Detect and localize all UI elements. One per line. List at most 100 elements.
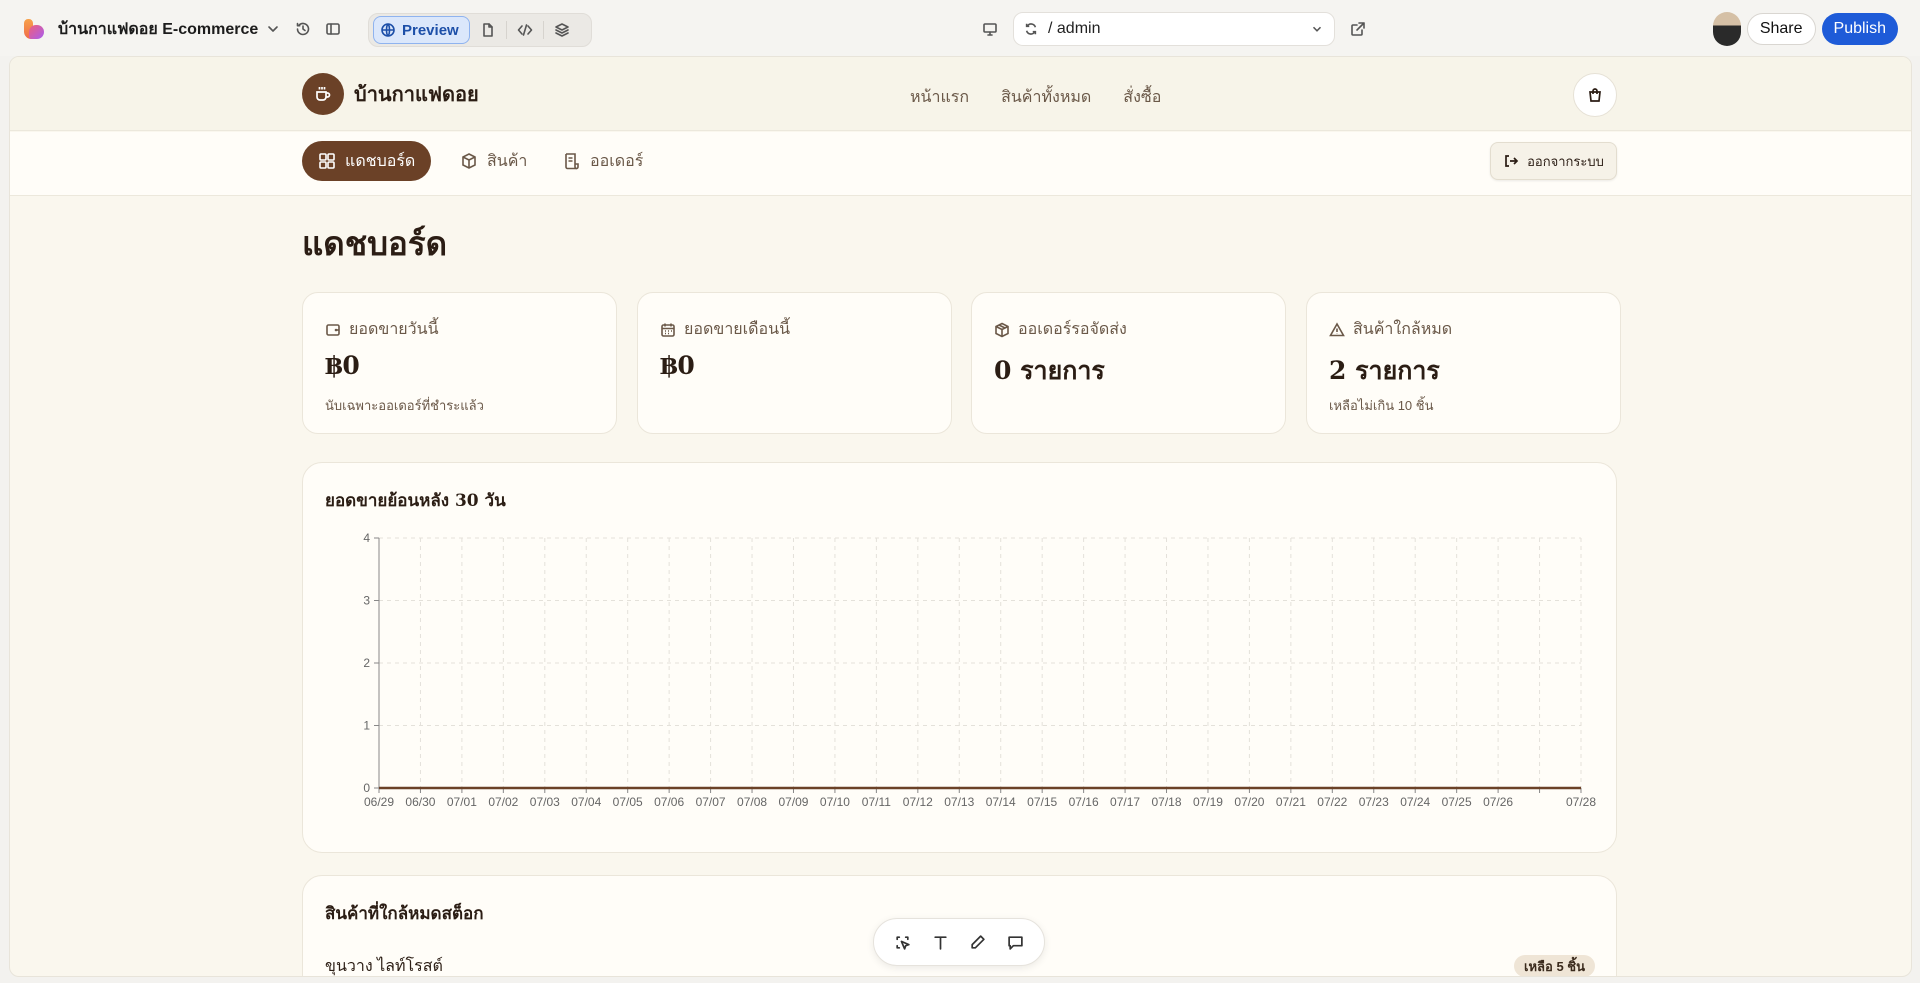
nav-order[interactable]: สั่งซื้อ bbox=[1123, 85, 1161, 110]
x-tick-label: 07/19 bbox=[1193, 795, 1223, 809]
x-tick-label: 07/14 bbox=[986, 795, 1016, 809]
layers-icon[interactable] bbox=[544, 15, 580, 45]
x-tick-label: 07/04 bbox=[571, 795, 601, 809]
stat-label-row: ออเดอร์รอจัดส่ง bbox=[994, 317, 1127, 342]
chevron-down-icon[interactable] bbox=[1310, 22, 1324, 36]
comment-icon[interactable] bbox=[1000, 927, 1030, 957]
tab-dashboard-label: แดชบอร์ด bbox=[345, 152, 416, 170]
url-path: / admin bbox=[1048, 20, 1101, 37]
stat-value: ฿0 bbox=[660, 351, 695, 380]
brand[interactable]: บ้านกาแฟดอย bbox=[302, 73, 479, 115]
project-title[interactable]: บ้านกาแฟดอย E-commerce bbox=[58, 17, 258, 42]
nav-home[interactable]: หน้าแรก bbox=[910, 85, 969, 110]
x-tick-label: 07/10 bbox=[820, 795, 850, 809]
package-icon bbox=[995, 322, 1009, 337]
x-tick-label: 07/24 bbox=[1400, 795, 1430, 809]
refresh-icon[interactable] bbox=[1024, 22, 1038, 36]
publish-button[interactable]: Publish bbox=[1821, 13, 1898, 45]
low-stock-title: สินค้าที่ใกล้หมดสต็อก bbox=[325, 904, 484, 924]
stat-value: 0 รายการ bbox=[994, 356, 1105, 385]
x-tick-label: 07/12 bbox=[903, 795, 933, 809]
history-icon[interactable] bbox=[288, 14, 318, 44]
nav-all-products[interactable]: สินค้าทั้งหมด bbox=[1001, 85, 1091, 110]
stat-label: ยอดขายเดือนนี้ bbox=[684, 321, 791, 338]
stat-value: 2 รายการ bbox=[1329, 356, 1440, 385]
url-area: / admin bbox=[975, 12, 1373, 46]
x-tick-label: 07/01 bbox=[447, 795, 477, 809]
tab-products[interactable]: สินค้า bbox=[444, 141, 543, 181]
stat-card-month-sales: ยอดขายเดือนนี้ ฿0 bbox=[637, 292, 952, 434]
stat-value: ฿0 bbox=[325, 351, 360, 380]
tab-products-label: สินค้า bbox=[487, 152, 528, 170]
editor-topbar: บ้านกาแฟดอย E-commerce Preview / admin S… bbox=[0, 0, 1920, 56]
tab-orders[interactable]: ออเดอร์ bbox=[547, 141, 659, 181]
monitor-icon[interactable] bbox=[975, 14, 1005, 44]
x-tick-label: 07/25 bbox=[1442, 795, 1472, 809]
select-element-icon[interactable] bbox=[888, 927, 918, 957]
y-tick-label: 2 bbox=[363, 656, 370, 670]
logout-label: ออกจากระบบ bbox=[1527, 153, 1604, 169]
stat-sub: เหลือไม่เกิน 10 ชิ้น bbox=[1329, 398, 1434, 413]
stat-card-pending-orders: ออเดอร์รอจัดส่ง 0 รายการ bbox=[971, 292, 1286, 434]
url-bar[interactable]: / admin bbox=[1013, 12, 1335, 46]
sales-line-chart: 0 1 2 3 4 06/29 06/30 07/01 07/02 07/03 07/04 07/05… bbox=[363, 531, 1596, 809]
chevron-down-icon[interactable] bbox=[258, 14, 288, 44]
stat-sub: นับเฉพาะออเดอร์ที่ชำระแล้ว bbox=[325, 398, 484, 413]
avatar[interactable] bbox=[1712, 12, 1741, 46]
file-icon[interactable] bbox=[470, 15, 506, 45]
tab-orders-label: ออเดอร์ bbox=[590, 152, 644, 170]
x-tick-label: 06/29 bbox=[364, 795, 394, 809]
preview-frame: บ้านกาแฟดอย หน้าแรก สินค้าทั้งหมด สั่งซื… bbox=[9, 56, 1912, 977]
cart-button[interactable] bbox=[1573, 73, 1617, 117]
tab-dashboard[interactable]: แดชบอร์ด bbox=[302, 141, 432, 181]
x-tick-label: 07/06 bbox=[654, 795, 684, 809]
stock-badge: เหลือ 5 ชิ้น bbox=[1514, 955, 1595, 976]
x-tick-label: 07/28 bbox=[1566, 795, 1596, 809]
package-icon bbox=[462, 153, 476, 169]
floating-edit-toolbar bbox=[873, 918, 1045, 966]
x-tick-label: 07/13 bbox=[944, 795, 974, 809]
x-tick-label: 07/26 bbox=[1483, 795, 1513, 809]
x-tick-label: 07/18 bbox=[1152, 795, 1182, 809]
view-mode-group: Preview bbox=[368, 13, 592, 47]
dashboard-icon bbox=[319, 153, 335, 169]
code-icon[interactable] bbox=[507, 15, 543, 45]
stat-card-low-stock: สินค้าใกล้หมด 2 รายการ เหลือไม่เกิน 10 ช… bbox=[1306, 292, 1621, 434]
y-tick-label: 4 bbox=[363, 531, 370, 545]
x-tick-label: 07/07 bbox=[696, 795, 726, 809]
alert-triangle-icon bbox=[1329, 321, 1345, 336]
brand-name: บ้านกาแฟดอย bbox=[354, 82, 479, 106]
x-tick-label: 07/05 bbox=[613, 795, 643, 809]
pencil-icon[interactable] bbox=[963, 927, 993, 957]
calendar-icon bbox=[661, 323, 675, 337]
stat-label: ยอดขายวันนี้ bbox=[349, 321, 439, 338]
stat-label-row: สินค้าใกล้หมด bbox=[1329, 317, 1452, 342]
receipt-icon bbox=[565, 153, 579, 170]
y-tick-label: 1 bbox=[363, 719, 370, 733]
shopping-bag-icon bbox=[1589, 88, 1601, 102]
x-tick-label: 07/03 bbox=[530, 795, 560, 809]
x-tick-label: 07/23 bbox=[1359, 795, 1389, 809]
x-tick-label: 07/11 bbox=[862, 795, 891, 809]
logout-button[interactable]: ออกจากระบบ bbox=[1490, 142, 1617, 180]
sidebar-toggle-icon[interactable] bbox=[318, 14, 348, 44]
globe-icon bbox=[381, 23, 395, 37]
x-tick-label: 07/21 bbox=[1276, 795, 1306, 809]
stock-item-name: ขุนวาง ไลท์โรสต์ bbox=[325, 957, 443, 975]
logout-icon bbox=[1505, 155, 1519, 167]
x-tick-label: 07/16 bbox=[1069, 795, 1099, 809]
share-button[interactable]: Share bbox=[1746, 13, 1816, 45]
stat-label-row: ยอดขายวันนี้ bbox=[325, 317, 439, 342]
site-nav: หน้าแรก สินค้าทั้งหมด สั่งซื้อ bbox=[910, 85, 1161, 110]
wallet-icon bbox=[326, 323, 340, 336]
external-link-icon[interactable] bbox=[1343, 14, 1373, 44]
preview-button[interactable]: Preview bbox=[373, 16, 470, 44]
site-header: บ้านกาแฟดอย หน้าแรก สินค้าทั้งหมด สั่งซื… bbox=[10, 57, 1911, 131]
x-tick-label: 07/17 bbox=[1110, 795, 1140, 809]
x-tick-label: 07/09 bbox=[778, 795, 808, 809]
sales-chart-title: ยอดขายย้อนหลัง 30 วัน bbox=[325, 491, 506, 511]
x-tick-label: 06/30 bbox=[405, 795, 435, 809]
text-icon[interactable] bbox=[925, 927, 955, 957]
y-tick-label: 0 bbox=[363, 781, 370, 795]
coffee-cup-icon bbox=[302, 73, 344, 115]
